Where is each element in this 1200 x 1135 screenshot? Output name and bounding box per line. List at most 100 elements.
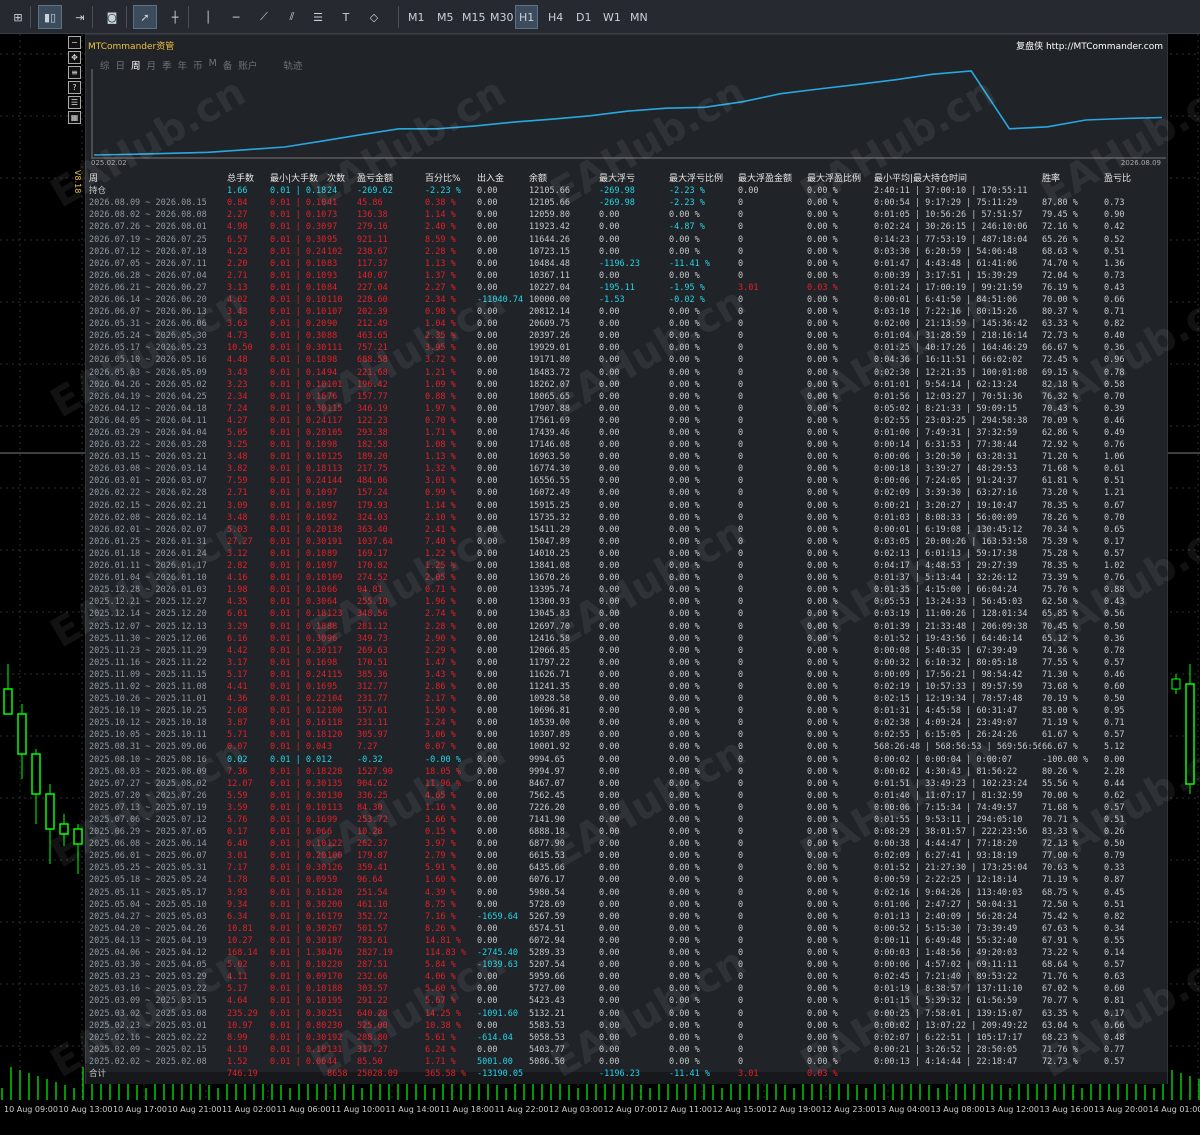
table-row[interactable]: 2025.04.13 ~ 2025.04.19 10.27 0.01 | 0.30 1…	[88, 935, 1168, 947]
windows-icon[interactable]: ⊞	[6, 5, 30, 29]
table-row[interactable]: 2025.10.12 ~ 2025.10.18 3.87 0.01 | 0.16 11…	[88, 717, 1168, 729]
table-row[interactable]: 2026.08.09 ~ 2026.08.15 0.84 0.01 | 0.10 41…	[88, 197, 1168, 209]
table-row[interactable]: 2025.07.13 ~ 2025.07.19 3.59 0.01 | 0.10 11…	[88, 802, 1168, 814]
table-row[interactable]: 2025.12.21 ~ 2025.12.27 4.35 0.01 | 0.30 64…	[88, 596, 1168, 608]
horizontal-line-icon[interactable]: ─	[224, 5, 248, 29]
table-row[interactable]: 2026.05.17 ~ 2026.05.23 10.50 0.01 | 0.30 1…	[88, 342, 1168, 354]
table-row[interactable]: 2026.05.24 ~ 2026.05.30 4.73 0.01 | 0.30 88…	[88, 330, 1168, 342]
website-link[interactable]: 复盘侠 http://MTCommander.com	[1016, 39, 1163, 52]
crosshair-icon[interactable]: ┼	[163, 5, 187, 29]
timeframe-w1[interactable]: W1	[600, 5, 624, 29]
table-row[interactable]: 2025.11.23 ~ 2025.11.29 4.42 0.01 | 0.30 11…	[88, 645, 1168, 657]
table-row[interactable]: 2025.04.06 ~ 2025.04.12 168.14 0.01 | 1.30…	[88, 947, 1168, 959]
timeframe-m15[interactable]: M15	[459, 5, 489, 29]
table-row[interactable]: 2026.01.11 ~ 2026.01.17 2.82 0.01 | 0.10 97…	[88, 560, 1168, 572]
vertical-line-icon[interactable]: │	[196, 5, 220, 29]
grid-icon[interactable]: ▦	[68, 111, 81, 124]
table-row[interactable]: 2026.04.12 ~ 2026.04.18 7.24 0.01 | 0.30 11…	[88, 403, 1168, 415]
table-row[interactable]: 2025.10.19 ~ 2025.10.25 2.68 0.01 | 0.12 10…	[88, 705, 1168, 717]
table-row[interactable]: 2025.02.23 ~ 2025.03.01 10.97 0.01 | 0.80 2…	[88, 1020, 1168, 1032]
table-row[interactable]: 2025.12.07 ~ 2025.12.13 3.29 0.01 | 0.18 88…	[88, 620, 1168, 632]
table-row[interactable]: 2025.03.02 ~ 2025.03.08 235.29 0.01 | 0.30…	[88, 1007, 1168, 1019]
table-row[interactable]: 2025.04.20 ~ 2025.04.26 10.81 0.01 | 0.30 2…	[88, 923, 1168, 935]
table-row[interactable]: 2025.03.23 ~ 2025.03.29 4.11 0.01 | 0.09 17…	[88, 971, 1168, 983]
timeframe-m30[interactable]: M30	[487, 5, 517, 29]
table-row[interactable]: 2026.02.15 ~ 2026.02.21 3.09 0.01 | 0.10 97…	[88, 500, 1168, 512]
screenshot-icon[interactable]: ◙	[100, 5, 124, 29]
table-row[interactable]: 2026.06.21 ~ 2026.06.27 3.13 0.01 | 0.10 84…	[88, 282, 1168, 294]
table-row[interactable]: 2025.03.16 ~ 2025.03.22 5.17 0.01 | 0.10 18…	[88, 983, 1168, 995]
table-row[interactable]: 2026.08.02 ~ 2026.08.08 2.27 0.01 | 0.10 73…	[88, 209, 1168, 221]
candles-icon[interactable]: ▮▯	[38, 5, 62, 29]
table-row[interactable]: 2026.03.15 ~ 2026.03.21 3.48 0.01 | 0.10 12…	[88, 451, 1168, 463]
shapes-icon[interactable]: ◇	[362, 5, 386, 29]
table-row[interactable]: 2026.04.19 ~ 2026.04.25 2.34 0.01 | 0.16 76…	[88, 391, 1168, 403]
timeframe-h1[interactable]: H1	[515, 5, 539, 29]
table-row[interactable]: 2025.11.02 ~ 2025.11.08 4.41 0.01 | 0.16 95…	[88, 681, 1168, 693]
table-row[interactable]: 2025.02.16 ~ 2025.02.22 8.99 0.01 | 0.30 19…	[88, 1032, 1168, 1044]
table-row[interactable]: 2025.08.03 ~ 2025.08.09 7.36 0.01 | 0.18 22…	[88, 766, 1168, 778]
table-row[interactable]: 2025.11.30 ~ 2025.12.06 6.16 0.01 | 0.30 96…	[88, 633, 1168, 645]
table-row[interactable]: 2025.05.04 ~ 2025.05.10 9.34 0.01 | 0.30 20…	[88, 899, 1168, 911]
table-row[interactable]: 2026.06.28 ~ 2026.07.04 2.71 0.01 | 0.10 93…	[88, 270, 1168, 282]
collapse-icon[interactable]: −	[68, 36, 81, 49]
table-row[interactable]: 2026.01.04 ~ 2026.01.10 4.16 0.01 | 0.10 10…	[88, 572, 1168, 584]
table-row[interactable]: 2025.12.28 ~ 2026.01.03 1.98 0.01 | 0.10 66…	[88, 584, 1168, 596]
table-row[interactable]: 2026.05.10 ~ 2026.05.16 4.48 0.01 | 0.18 98…	[88, 354, 1168, 366]
table-row[interactable]: 2026.02.08 ~ 2026.02.14 3.48 0.01 | 0.16 92…	[88, 512, 1168, 524]
table-row[interactable]: 2026.03.29 ~ 2026.04.04 5.05 0.01 | 0.20 10…	[88, 427, 1168, 439]
table-row[interactable]: 2026.05.31 ~ 2026.06.06 3.63 0.01 | 0.20 90…	[88, 318, 1168, 330]
table-row[interactable]: 2025.12.14 ~ 2025.12.20 6.01 0.01 | 0.18 12…	[88, 608, 1168, 620]
table-row[interactable]: 2026.07.26 ~ 2026.08.01 4.98 0.01 | 0.30 97…	[88, 221, 1168, 233]
table-row[interactable]: 2025.05.25 ~ 2025.05.31 7.17 0.01 | 0.30 12…	[88, 862, 1168, 874]
table-row[interactable]: 2026.07.12 ~ 2026.07.18 4.23 0.01 | 0.24 10…	[88, 246, 1168, 258]
table-row[interactable]: 2025.07.27 ~ 2025.08.02 12.07 0.01 | 0.30 1…	[88, 778, 1168, 790]
table-row[interactable]: 2026.03.08 ~ 2026.03.14 3.82 0.01 | 0.18 11…	[88, 463, 1168, 475]
table-row[interactable]: 2026.02.22 ~ 2026.02.28 2.71 0.01 | 0.10 97…	[88, 487, 1168, 499]
table-row[interactable]: 2026.04.05 ~ 2026.04.11 4.27 0.01 | 0.24 11…	[88, 415, 1168, 427]
table-row[interactable]: 2025.05.18 ~ 2025.05.24 1.78 0.01 | 0.09 59…	[88, 874, 1168, 886]
fibo-icon[interactable]: ☰	[306, 5, 330, 29]
channels-icon[interactable]: ⫽	[280, 5, 304, 29]
timeframe-d1[interactable]: D1	[573, 5, 594, 29]
table-row[interactable]: 2026.07.19 ~ 2026.07.25 6.57 0.01 | 0.30 95…	[88, 233, 1168, 245]
timeframe-h4[interactable]: H4	[545, 5, 566, 29]
table-row[interactable]: 2025.08.10 ~ 2025.08.16 0.02 0.01 | 0.01 2 -…	[88, 754, 1168, 766]
text-icon[interactable]: T	[334, 5, 358, 29]
table-row[interactable]: 2025.02.02 ~ 2025.02.08 1.52 0.01 | 0.06 44…	[88, 1056, 1168, 1068]
help-icon[interactable]: ?	[68, 81, 81, 94]
timeframe-m1[interactable]: M1	[405, 5, 428, 29]
list-icon[interactable]: ☰	[68, 96, 81, 109]
table-row[interactable]: 2026.07.05 ~ 2026.07.11 2.20 0.01 | 0.10 83…	[88, 258, 1168, 270]
table-row[interactable]: 2026.01.18 ~ 2026.01.24 3.12 0.01 | 0.10 89…	[88, 548, 1168, 560]
table-row[interactable]: 2025.05.11 ~ 2025.05.17 3.93 0.01 | 0.16 12…	[88, 887, 1168, 899]
trendline-icon[interactable]: ⟋	[252, 5, 276, 29]
table-row[interactable]: 2026.04.26 ~ 2026.05.02 3.23 0.01 | 0.10 10…	[88, 379, 1168, 391]
table-row[interactable]: 2026.03.01 ~ 2026.03.07 7.59 0.01 | 0.24 14…	[88, 475, 1168, 487]
table-row[interactable]: 2025.08.31 ~ 2025.09.06 0.07 0.01 | 0.04 3 7…	[88, 741, 1168, 753]
table-row[interactable]: 2025.02.09 ~ 2025.02.15 4.19 0.01 | 0.10 13…	[88, 1044, 1168, 1056]
table-row[interactable]: 2025.07.06 ~ 2025.07.12 5.76 0.01 | 0.16 99…	[88, 814, 1168, 826]
table-row[interactable]: 2025.10.05 ~ 2025.10.11 5.71 0.01 | 0.18 12…	[88, 729, 1168, 741]
move-icon[interactable]: ✥	[68, 51, 81, 64]
table-row[interactable]: 2025.11.16 ~ 2025.11.22 3.17 0.01 | 0.16 98…	[88, 657, 1168, 669]
table-row[interactable]: 2025.11.09 ~ 2025.11.15 5.17 0.01 | 0.24 11…	[88, 669, 1168, 681]
table-row[interactable]: 2026.01.25 ~ 2026.01.31 27.27 0.01 | 0.30 1…	[88, 536, 1168, 548]
cursor-icon[interactable]: ➚	[133, 5, 157, 29]
timeframe-mn[interactable]: MN	[627, 5, 651, 29]
autoscroll-icon[interactable]: ⇥	[68, 5, 92, 29]
table-row[interactable]: 2025.03.09 ~ 2025.03.15 4.64 0.01 | 0.10 19…	[88, 995, 1168, 1007]
table-row[interactable]: 2026.06.07 ~ 2026.06.13 3.43 0.01 | 0.10 10…	[88, 306, 1168, 318]
table-row[interactable]: 2025.10.26 ~ 2025.11.01 4.36 0.01 | 0.22 10…	[88, 693, 1168, 705]
table-row[interactable]: 2025.04.27 ~ 2025.05.03 6.34 0.01 | 0.16 17…	[88, 911, 1168, 923]
table-row[interactable]: 2026.05.03 ~ 2026.05.09 3.43 0.01 | 0.14 94…	[88, 367, 1168, 379]
table-row[interactable]: 2025.07.20 ~ 2025.07.26 5.59 0.01 | 0.30 13…	[88, 790, 1168, 802]
table-row[interactable]: 2026.02.01 ~ 2026.02.07 5.03 0.01 | 0.20 13…	[88, 524, 1168, 536]
table-row[interactable]: 2026.06.14 ~ 2026.06.20 4.02 0.01 | 0.10 11…	[88, 294, 1168, 306]
table-row[interactable]: 2025.03.30 ~ 2025.04.05 5.02 0.01 | 0.10 22…	[88, 959, 1168, 971]
timeframe-m5[interactable]: M5	[434, 5, 457, 29]
table-row[interactable]: 2025.06.29 ~ 2025.07.05 0.17 0.01 | 0.06 6 1…	[88, 826, 1168, 838]
table-row[interactable]: 2025.06.08 ~ 2025.06.14 6.40 0.01 | 0.10 12…	[88, 838, 1168, 850]
table-row[interactable]: 2026.03.22 ~ 2026.03.28 3.25 0.01 | 0.10 98…	[88, 439, 1168, 451]
table-row[interactable]: 2025.06.01 ~ 2025.06.07 3.01 0.01 | 0.20 10…	[88, 850, 1168, 862]
